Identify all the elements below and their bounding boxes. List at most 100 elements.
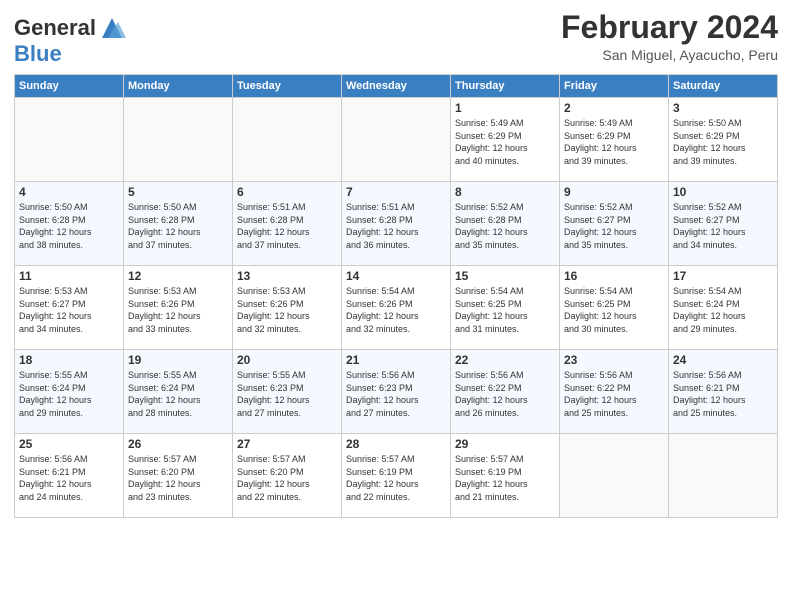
header-area: General Blue February 2024 San Miguel, A… bbox=[14, 10, 778, 66]
day-number: 5 bbox=[128, 185, 228, 199]
day-number: 19 bbox=[128, 353, 228, 367]
day-info: Sunrise: 5:50 AM Sunset: 6:28 PM Dayligh… bbox=[19, 201, 119, 251]
logo: General Blue bbox=[14, 14, 126, 66]
day-info: Sunrise: 5:55 AM Sunset: 6:23 PM Dayligh… bbox=[237, 369, 337, 419]
calendar-cell: 10Sunrise: 5:52 AM Sunset: 6:27 PM Dayli… bbox=[669, 182, 778, 266]
logo-text-general: General bbox=[14, 16, 96, 40]
day-number: 16 bbox=[564, 269, 664, 283]
day-info: Sunrise: 5:50 AM Sunset: 6:28 PM Dayligh… bbox=[128, 201, 228, 251]
day-info: Sunrise: 5:52 AM Sunset: 6:27 PM Dayligh… bbox=[564, 201, 664, 251]
calendar-week-4: 18 Sunrise: 5:55 AM Sunset: 6:24 PM Dayli… bbox=[15, 350, 778, 434]
calendar-header-monday: Monday bbox=[124, 75, 233, 98]
day-info: Sunrise: 5:49 AM Sunset: 6:29 PM Dayligh… bbox=[455, 117, 555, 167]
day-info: Sunrise: 5:54 AM Sunset: 6:24 PM Dayligh… bbox=[673, 285, 773, 335]
day-info: Sunrise: 5:55 AM Sunset: 6:24 PM Dayligh… bbox=[19, 369, 119, 419]
calendar-body: 1 Sunrise: 5:49 AM Sunset: 6:29 PM Daylig… bbox=[15, 98, 778, 518]
calendar-cell: 18 Sunrise: 5:55 AM Sunset: 6:24 PM Dayli… bbox=[15, 350, 124, 434]
calendar-cell: 15 Sunrise: 5:54 AM Sunset: 6:25 PM Dayli… bbox=[451, 266, 560, 350]
day-info: Sunrise: 5:54 AM Sunset: 6:25 PM Dayligh… bbox=[455, 285, 555, 335]
day-info: Sunrise: 5:51 AM Sunset: 6:28 PM Dayligh… bbox=[346, 201, 446, 251]
calendar-week-5: 25 Sunrise: 5:56 AM Sunset: 6:21 PM Dayli… bbox=[15, 434, 778, 518]
day-number: 6 bbox=[237, 185, 337, 199]
calendar-cell: 7 Sunrise: 5:51 AM Sunset: 6:28 PM Daylig… bbox=[342, 182, 451, 266]
day-number: 8 bbox=[455, 185, 555, 199]
calendar-cell: 11Sunrise: 5:53 AM Sunset: 6:27 PM Dayli… bbox=[15, 266, 124, 350]
calendar-cell bbox=[560, 434, 669, 518]
day-number: 24 bbox=[673, 353, 773, 367]
calendar-table: SundayMondayTuesdayWednesdayThursdayFrid… bbox=[14, 74, 778, 518]
day-number: 17 bbox=[673, 269, 773, 283]
day-info: Sunrise: 5:57 AM Sunset: 6:20 PM Dayligh… bbox=[128, 453, 228, 503]
day-info: Sunrise: 5:57 AM Sunset: 6:19 PM Dayligh… bbox=[346, 453, 446, 503]
calendar-cell: 29 Sunrise: 5:57 AM Sunset: 6:19 PM Dayli… bbox=[451, 434, 560, 518]
title-area: February 2024 San Miguel, Ayacucho, Peru bbox=[561, 10, 778, 63]
calendar-cell bbox=[669, 434, 778, 518]
logo-icon bbox=[98, 14, 126, 42]
calendar-cell: 21Sunrise: 5:56 AM Sunset: 6:23 PM Dayli… bbox=[342, 350, 451, 434]
day-info: Sunrise: 5:52 AM Sunset: 6:28 PM Dayligh… bbox=[455, 201, 555, 251]
day-info: Sunrise: 5:56 AM Sunset: 6:21 PM Dayligh… bbox=[673, 369, 773, 419]
day-number: 26 bbox=[128, 437, 228, 451]
calendar-cell bbox=[342, 98, 451, 182]
day-number: 2 bbox=[564, 101, 664, 115]
calendar-header-saturday: Saturday bbox=[669, 75, 778, 98]
calendar-header-tuesday: Tuesday bbox=[233, 75, 342, 98]
calendar-header-row: SundayMondayTuesdayWednesdayThursdayFrid… bbox=[15, 75, 778, 98]
day-info: Sunrise: 5:54 AM Sunset: 6:25 PM Dayligh… bbox=[564, 285, 664, 335]
day-number: 9 bbox=[564, 185, 664, 199]
day-info: Sunrise: 5:56 AM Sunset: 6:22 PM Dayligh… bbox=[455, 369, 555, 419]
calendar-cell bbox=[15, 98, 124, 182]
day-info: Sunrise: 5:56 AM Sunset: 6:21 PM Dayligh… bbox=[19, 453, 119, 503]
calendar-cell: 26 Sunrise: 5:57 AM Sunset: 6:20 PM Dayli… bbox=[124, 434, 233, 518]
day-info: Sunrise: 5:53 AM Sunset: 6:26 PM Dayligh… bbox=[237, 285, 337, 335]
calendar-cell: 22 Sunrise: 5:56 AM Sunset: 6:22 PM Dayli… bbox=[451, 350, 560, 434]
calendar-header-thursday: Thursday bbox=[451, 75, 560, 98]
calendar-cell: 19 Sunrise: 5:55 AM Sunset: 6:24 PM Dayli… bbox=[124, 350, 233, 434]
day-info: Sunrise: 5:57 AM Sunset: 6:20 PM Dayligh… bbox=[237, 453, 337, 503]
day-number: 4 bbox=[19, 185, 119, 199]
calendar-cell: 13Sunrise: 5:53 AM Sunset: 6:26 PM Dayli… bbox=[233, 266, 342, 350]
day-number: 15 bbox=[455, 269, 555, 283]
calendar-cell: 20Sunrise: 5:55 AM Sunset: 6:23 PM Dayli… bbox=[233, 350, 342, 434]
day-number: 27 bbox=[237, 437, 337, 451]
calendar-cell: 24 Sunrise: 5:56 AM Sunset: 6:21 PM Dayli… bbox=[669, 350, 778, 434]
calendar-cell: 4 Sunrise: 5:50 AM Sunset: 6:28 PM Daylig… bbox=[15, 182, 124, 266]
day-number: 7 bbox=[346, 185, 446, 199]
day-number: 12 bbox=[128, 269, 228, 283]
day-number: 23 bbox=[564, 353, 664, 367]
calendar-cell: 14Sunrise: 5:54 AM Sunset: 6:26 PM Dayli… bbox=[342, 266, 451, 350]
day-info: Sunrise: 5:50 AM Sunset: 6:29 PM Dayligh… bbox=[673, 117, 773, 167]
day-info: Sunrise: 5:56 AM Sunset: 6:22 PM Dayligh… bbox=[564, 369, 664, 419]
calendar-cell: 3Sunrise: 5:50 AM Sunset: 6:29 PM Daylig… bbox=[669, 98, 778, 182]
calendar-week-3: 11Sunrise: 5:53 AM Sunset: 6:27 PM Dayli… bbox=[15, 266, 778, 350]
day-info: Sunrise: 5:54 AM Sunset: 6:26 PM Dayligh… bbox=[346, 285, 446, 335]
page-container: General Blue February 2024 San Miguel, A… bbox=[0, 0, 792, 526]
day-info: Sunrise: 5:51 AM Sunset: 6:28 PM Dayligh… bbox=[237, 201, 337, 251]
calendar-cell: 12 Sunrise: 5:53 AM Sunset: 6:26 PM Dayli… bbox=[124, 266, 233, 350]
calendar-cell: 23 Sunrise: 5:56 AM Sunset: 6:22 PM Dayli… bbox=[560, 350, 669, 434]
calendar-week-2: 4 Sunrise: 5:50 AM Sunset: 6:28 PM Daylig… bbox=[15, 182, 778, 266]
calendar-header-wednesday: Wednesday bbox=[342, 75, 451, 98]
month-title: February 2024 bbox=[561, 10, 778, 45]
calendar-week-1: 1 Sunrise: 5:49 AM Sunset: 6:29 PM Daylig… bbox=[15, 98, 778, 182]
calendar-header-friday: Friday bbox=[560, 75, 669, 98]
day-number: 29 bbox=[455, 437, 555, 451]
day-info: Sunrise: 5:52 AM Sunset: 6:27 PM Dayligh… bbox=[673, 201, 773, 251]
calendar-cell: 28Sunrise: 5:57 AM Sunset: 6:19 PM Dayli… bbox=[342, 434, 451, 518]
day-number: 11 bbox=[19, 269, 119, 283]
calendar-cell: 1 Sunrise: 5:49 AM Sunset: 6:29 PM Daylig… bbox=[451, 98, 560, 182]
calendar-cell: 17 Sunrise: 5:54 AM Sunset: 6:24 PM Dayli… bbox=[669, 266, 778, 350]
day-info: Sunrise: 5:53 AM Sunset: 6:26 PM Dayligh… bbox=[128, 285, 228, 335]
day-info: Sunrise: 5:57 AM Sunset: 6:19 PM Dayligh… bbox=[455, 453, 555, 503]
day-info: Sunrise: 5:55 AM Sunset: 6:24 PM Dayligh… bbox=[128, 369, 228, 419]
logo-text-blue: Blue bbox=[14, 41, 62, 66]
day-number: 1 bbox=[455, 101, 555, 115]
calendar-cell: 6 Sunrise: 5:51 AM Sunset: 6:28 PM Daylig… bbox=[233, 182, 342, 266]
day-number: 18 bbox=[19, 353, 119, 367]
calendar-cell: 2 Sunrise: 5:49 AM Sunset: 6:29 PM Daylig… bbox=[560, 98, 669, 182]
calendar-cell: 25 Sunrise: 5:56 AM Sunset: 6:21 PM Dayli… bbox=[15, 434, 124, 518]
day-number: 22 bbox=[455, 353, 555, 367]
day-number: 25 bbox=[19, 437, 119, 451]
day-info: Sunrise: 5:49 AM Sunset: 6:29 PM Dayligh… bbox=[564, 117, 664, 167]
day-info: Sunrise: 5:56 AM Sunset: 6:23 PM Dayligh… bbox=[346, 369, 446, 419]
